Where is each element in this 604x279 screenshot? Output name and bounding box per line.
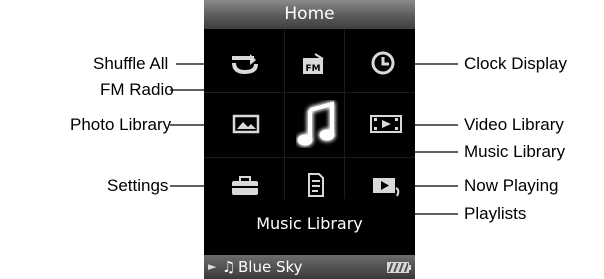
- now-playing-icon[interactable]: [372, 176, 402, 198]
- callout-clock-display: Clock Display: [464, 54, 567, 73]
- now-playing-bar[interactable]: ► ♫ Blue Sky: [204, 255, 415, 279]
- grid-divider: [344, 29, 345, 199]
- playlists-icon[interactable]: [307, 172, 325, 198]
- grid-divider: [204, 92, 415, 93]
- settings-icon[interactable]: [230, 176, 260, 196]
- fm-radio-icon[interactable]: FM: [301, 52, 325, 76]
- callout-photo-library: Photo Library: [70, 115, 172, 134]
- callout-music-library: Music Library: [464, 142, 566, 161]
- photo-library-icon[interactable]: [232, 113, 260, 135]
- callout-video-library: Video Library: [464, 115, 564, 134]
- callout-settings: Settings: [107, 176, 169, 195]
- music-library-icon[interactable]: [296, 100, 340, 148]
- selected-item-label: Music Library: [256, 214, 363, 233]
- current-song-title: Blue Sky: [238, 258, 303, 276]
- device-screen: Home FM Music Library ► ♫ Blue Sky: [204, 0, 415, 279]
- music-note-icon: ♫: [222, 258, 236, 276]
- clock-display-icon[interactable]: [370, 50, 396, 76]
- play-state-icon: ►: [208, 260, 217, 273]
- video-library-icon[interactable]: [370, 113, 402, 135]
- screen-title: Home: [204, 0, 415, 29]
- callout-fm-radio: FM Radio: [100, 80, 174, 99]
- grid-divider: [284, 29, 285, 199]
- svg-text:FM: FM: [305, 64, 320, 74]
- callout-playlists: Playlists: [464, 204, 527, 223]
- callout-shuffle-all: Shuffle All: [93, 54, 169, 73]
- shuffle-all-icon[interactable]: [230, 50, 260, 76]
- callout-now-playing: Now Playing: [464, 176, 559, 195]
- battery-icon: [387, 262, 411, 273]
- grid-divider: [204, 157, 415, 158]
